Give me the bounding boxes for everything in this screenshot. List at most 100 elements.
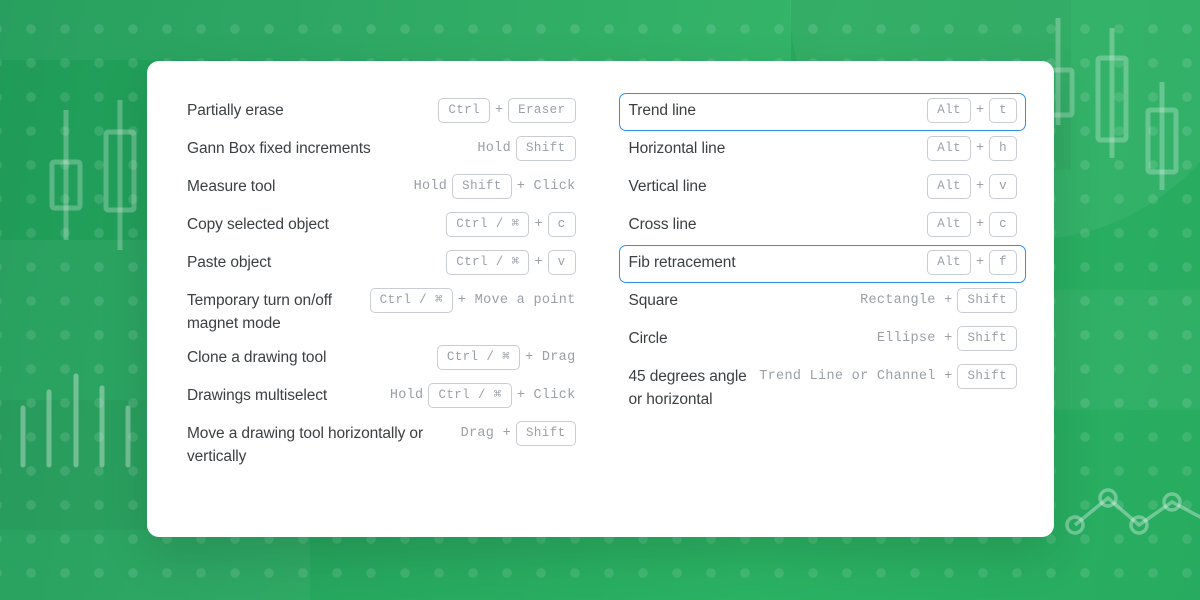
shortcut-modifier-text: Ellipse + — [876, 331, 953, 346]
shortcut-keys: Alt + t — [927, 98, 1017, 123]
shortcut-row[interactable]: Temporary turn on/off magnet mode Ctrl / … — [177, 283, 585, 340]
shortcut-row[interactable]: Clone a drawing tool Ctrl / ⌘ + Drag — [177, 340, 585, 378]
shortcuts-card: Partially erase Ctrl + Eraser Gann Box fixed… — [147, 61, 1054, 537]
shortcut-modifier-text: Drag + — [460, 426, 511, 441]
keycap[interactable]: f — [989, 250, 1017, 275]
shortcut-keys: Rectangle + Shift — [860, 288, 1017, 313]
shortcut-keys: Ctrl + Eraser — [438, 98, 576, 123]
shortcut-row[interactable]: Copy selected object Ctrl / ⌘ + c — [177, 207, 585, 245]
plus-separator: + — [534, 255, 543, 270]
shortcut-keys: Drag + Shift — [461, 421, 576, 446]
plus-separator: + — [975, 141, 985, 156]
shortcut-label: Measure tool — [187, 178, 276, 195]
shortcut-row[interactable]: Square Rectangle + Shift — [619, 283, 1027, 321]
shortcut-modifier-text: + Click — [516, 388, 576, 403]
shortcut-label: Square — [628, 292, 678, 309]
shortcut-label: 45 degrees angle or horizontal — [628, 368, 747, 408]
keycap[interactable]: c — [547, 212, 576, 237]
shortcut-keys: Alt + c — [927, 212, 1017, 237]
shortcut-label: Paste object — [187, 254, 272, 271]
bg-tint-panel — [1040, 290, 1200, 410]
bg-tint-panel — [0, 0, 411, 60]
shortcut-row[interactable]: Move a drawing tool horizontally or vert… — [177, 416, 585, 473]
keycap[interactable]: Ctrl / ⌘ — [436, 345, 521, 370]
shortcut-label: Clone a drawing tool — [187, 349, 327, 366]
keycap[interactable]: Alt — [927, 98, 971, 123]
line-chart-bottom-right-icon — [1065, 488, 1200, 535]
screenshot-root: Partially erase Ctrl + Eraser Gann Box fixed… — [0, 0, 1200, 600]
shortcut-keys: Hold Ctrl / ⌘ + Click — [390, 383, 576, 408]
shortcut-label: Cross line — [628, 216, 697, 233]
keycap[interactable]: Ctrl / ⌘ — [428, 383, 512, 408]
plus-separator: + — [975, 217, 985, 232]
shortcut-row-highlighted[interactable]: Trend line Alt + t — [618, 93, 1026, 131]
shortcut-label: Trend line — [628, 102, 696, 119]
shortcut-label: Circle — [628, 330, 668, 347]
keycap[interactable]: Shift — [515, 421, 576, 446]
shortcut-keys: Ctrl / ⌘ + c — [446, 212, 576, 237]
keycap[interactable]: Shift — [515, 136, 576, 161]
shortcut-keys: Alt + f — [927, 250, 1017, 275]
keycap[interactable]: Shift — [957, 364, 1017, 389]
keycap[interactable]: Alt — [927, 136, 971, 161]
shortcuts-column-right: Trend line Alt + t Horizontal line Alt + h Verti… — [618, 93, 1027, 509]
keycap[interactable]: Ctrl — [438, 98, 490, 123]
shortcut-label: Fib retracement — [628, 254, 736, 271]
plus-separator: + — [975, 103, 985, 118]
plus-separator: + — [534, 217, 543, 232]
shortcut-row[interactable]: 45 degrees angle or horizontal Trend Line… — [619, 359, 1027, 416]
shortcut-keys: Alt + h — [927, 136, 1017, 161]
keycap[interactable]: h — [989, 136, 1017, 161]
shortcuts-column-left: Partially erase Ctrl + Eraser Gann Box fixed… — [177, 93, 585, 509]
shortcut-keys: Ctrl / ⌘ + v — [446, 250, 576, 275]
shortcut-keys: Trend Line or Channel + Shift — [759, 364, 1017, 389]
shortcut-modifier-text: + Move a point — [457, 293, 576, 308]
shortcut-label: Move a drawing tool horizontally or vert… — [187, 425, 424, 465]
shortcut-modifier-text: Trend Line or Channel + — [759, 369, 953, 384]
shortcut-row[interactable]: Partially erase Ctrl + Eraser — [177, 93, 585, 131]
bg-shade-panel — [0, 400, 150, 530]
keycap[interactable]: Shift — [957, 326, 1017, 351]
shortcut-modifier-text: Hold — [413, 179, 448, 194]
shortcut-keys: Hold Shift — [477, 136, 576, 161]
shortcut-label: Vertical line — [628, 178, 707, 195]
shortcut-label: Temporary turn on/off magnet mode — [187, 292, 332, 332]
keycap[interactable]: Alt — [927, 212, 971, 237]
plus-separator: + — [975, 179, 985, 194]
keycap[interactable]: t — [989, 98, 1017, 123]
shortcut-keys: Ellipse + Shift — [877, 326, 1017, 351]
shortcut-keys: Hold Shift + Click — [414, 174, 576, 199]
keycap[interactable]: Shift — [452, 174, 512, 199]
keycap[interactable]: v — [547, 250, 576, 275]
keycap[interactable]: Eraser — [508, 98, 576, 123]
shortcut-row[interactable]: Cross line Alt + c — [619, 207, 1027, 245]
plus-separator: + — [975, 255, 985, 270]
shortcut-row[interactable]: Horizontal line Alt + h — [619, 131, 1027, 169]
keycap[interactable]: Shift — [957, 288, 1017, 313]
keycap[interactable]: Ctrl / ⌘ — [446, 212, 530, 237]
shortcut-label: Gann Box fixed increments — [187, 140, 371, 157]
shortcut-row[interactable]: Measure tool Hold Shift + Click — [177, 169, 585, 207]
shortcut-keys: Ctrl / ⌘ + Move a point — [369, 288, 576, 313]
shortcut-keys: Ctrl / ⌘ + Drag — [436, 345, 576, 370]
keycap[interactable]: Ctrl / ⌘ — [369, 288, 453, 313]
plus-separator: + — [494, 103, 504, 118]
shortcut-modifier-text: Hold — [389, 388, 424, 403]
shortcut-modifier-text: + Click — [516, 179, 576, 194]
shortcut-label: Copy selected object — [187, 216, 329, 233]
shortcut-row[interactable]: Vertical line Alt + v — [619, 169, 1027, 207]
shortcut-row-highlighted[interactable]: Fib retracement Alt + f — [618, 245, 1026, 283]
shortcut-keys: Alt + v — [927, 174, 1017, 199]
shortcut-row[interactable]: Gann Box fixed increments Hold Shift — [177, 131, 585, 169]
shortcut-label: Partially erase — [187, 102, 284, 119]
shortcut-label: Drawings multiselect — [187, 387, 328, 404]
keycap[interactable]: Alt — [927, 174, 971, 199]
shortcut-row[interactable]: Circle Ellipse + Shift — [619, 321, 1027, 359]
keycap[interactable]: v — [989, 174, 1017, 199]
keycap[interactable]: c — [989, 212, 1017, 237]
shortcut-row[interactable]: Paste object Ctrl / ⌘ + v — [177, 245, 585, 283]
keycap[interactable]: Ctrl / ⌘ — [446, 250, 530, 275]
shortcut-row[interactable]: Drawings multiselect Hold Ctrl / ⌘ + Click — [177, 378, 585, 416]
shortcut-label: Horizontal line — [628, 140, 726, 157]
keycap[interactable]: Alt — [927, 250, 971, 275]
